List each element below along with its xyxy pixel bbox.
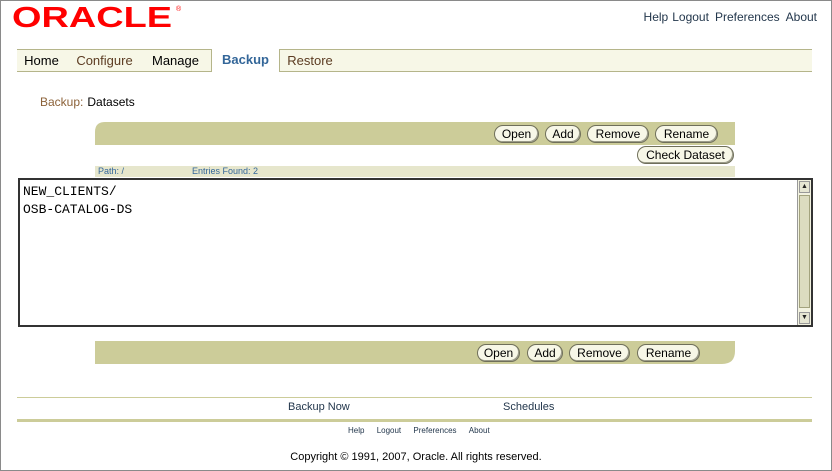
rename-button[interactable]: Rename: [655, 125, 718, 143]
check-dataset-button[interactable]: Check Dataset: [637, 146, 734, 164]
tab-home[interactable]: Home: [17, 50, 66, 71]
copyright-text: Copyright © 1991, 2007, Oracle. All righ…: [290, 451, 542, 463]
about-link[interactable]: About: [786, 10, 817, 24]
help-link[interactable]: Help: [644, 10, 669, 24]
tab-configure[interactable]: Configure: [69, 50, 140, 71]
remove-button[interactable]: Remove: [587, 125, 649, 143]
backup-now-link[interactable]: Backup Now: [288, 401, 350, 413]
footer-links: Help Logout Preferences About: [348, 426, 490, 435]
add-button[interactable]: Add: [545, 125, 581, 143]
scroll-up-arrow-icon[interactable]: ▲: [799, 181, 810, 193]
footer-help-link[interactable]: Help: [348, 426, 364, 435]
registered-mark-icon: ®: [176, 5, 182, 13]
remove-button[interactable]: Remove: [569, 344, 630, 362]
breadcrumb: Backup: Datasets: [40, 95, 135, 109]
add-button[interactable]: Add: [527, 344, 563, 362]
open-button[interactable]: Open: [477, 344, 520, 362]
divider: [17, 397, 812, 398]
path-bar: Path: / Entries Found: 2: [95, 166, 735, 177]
open-button[interactable]: Open: [494, 125, 539, 143]
tab-manage[interactable]: Manage: [145, 50, 206, 71]
footer-logout-link[interactable]: Logout: [377, 426, 401, 435]
schedules-link[interactable]: Schedules: [503, 401, 554, 413]
tab-bar: Home Configure Manage Backup Restore: [17, 49, 812, 72]
list-item[interactable]: NEW_CLIENTS/: [23, 183, 132, 201]
breadcrumb-current: Datasets: [87, 95, 135, 109]
preferences-link[interactable]: Preferences: [715, 10, 780, 24]
dataset-list: NEW_CLIENTS/ OSB-CATALOG-DS: [23, 183, 132, 219]
tab-backup[interactable]: Backup: [211, 49, 280, 72]
entries-found-label: Entries Found: 2: [192, 166, 259, 176]
scroll-down-arrow-icon[interactable]: ▼: [799, 312, 810, 324]
scroll-thumb[interactable]: [799, 195, 810, 308]
footer-preferences-link[interactable]: Preferences: [413, 426, 456, 435]
oracle-logo-text: ORACLE: [12, 2, 172, 30]
global-links: Help Logout Preferences About: [638, 10, 817, 24]
dataset-listbox[interactable]: NEW_CLIENTS/ OSB-CATALOG-DS ▲ ▼: [18, 178, 813, 327]
vertical-scrollbar[interactable]: ▲ ▼: [797, 180, 811, 325]
rename-button[interactable]: Rename: [637, 344, 700, 362]
path-label: Path: /: [98, 166, 125, 176]
breadcrumb-backup-link[interactable]: Backup:: [40, 95, 83, 109]
oracle-logo: ORACLE ®: [12, 2, 182, 30]
divider: [17, 419, 812, 422]
list-item[interactable]: OSB-CATALOG-DS: [23, 201, 132, 219]
logout-link[interactable]: Logout: [672, 10, 709, 24]
tab-restore[interactable]: Restore: [281, 50, 339, 71]
footer-about-link[interactable]: About: [469, 426, 490, 435]
